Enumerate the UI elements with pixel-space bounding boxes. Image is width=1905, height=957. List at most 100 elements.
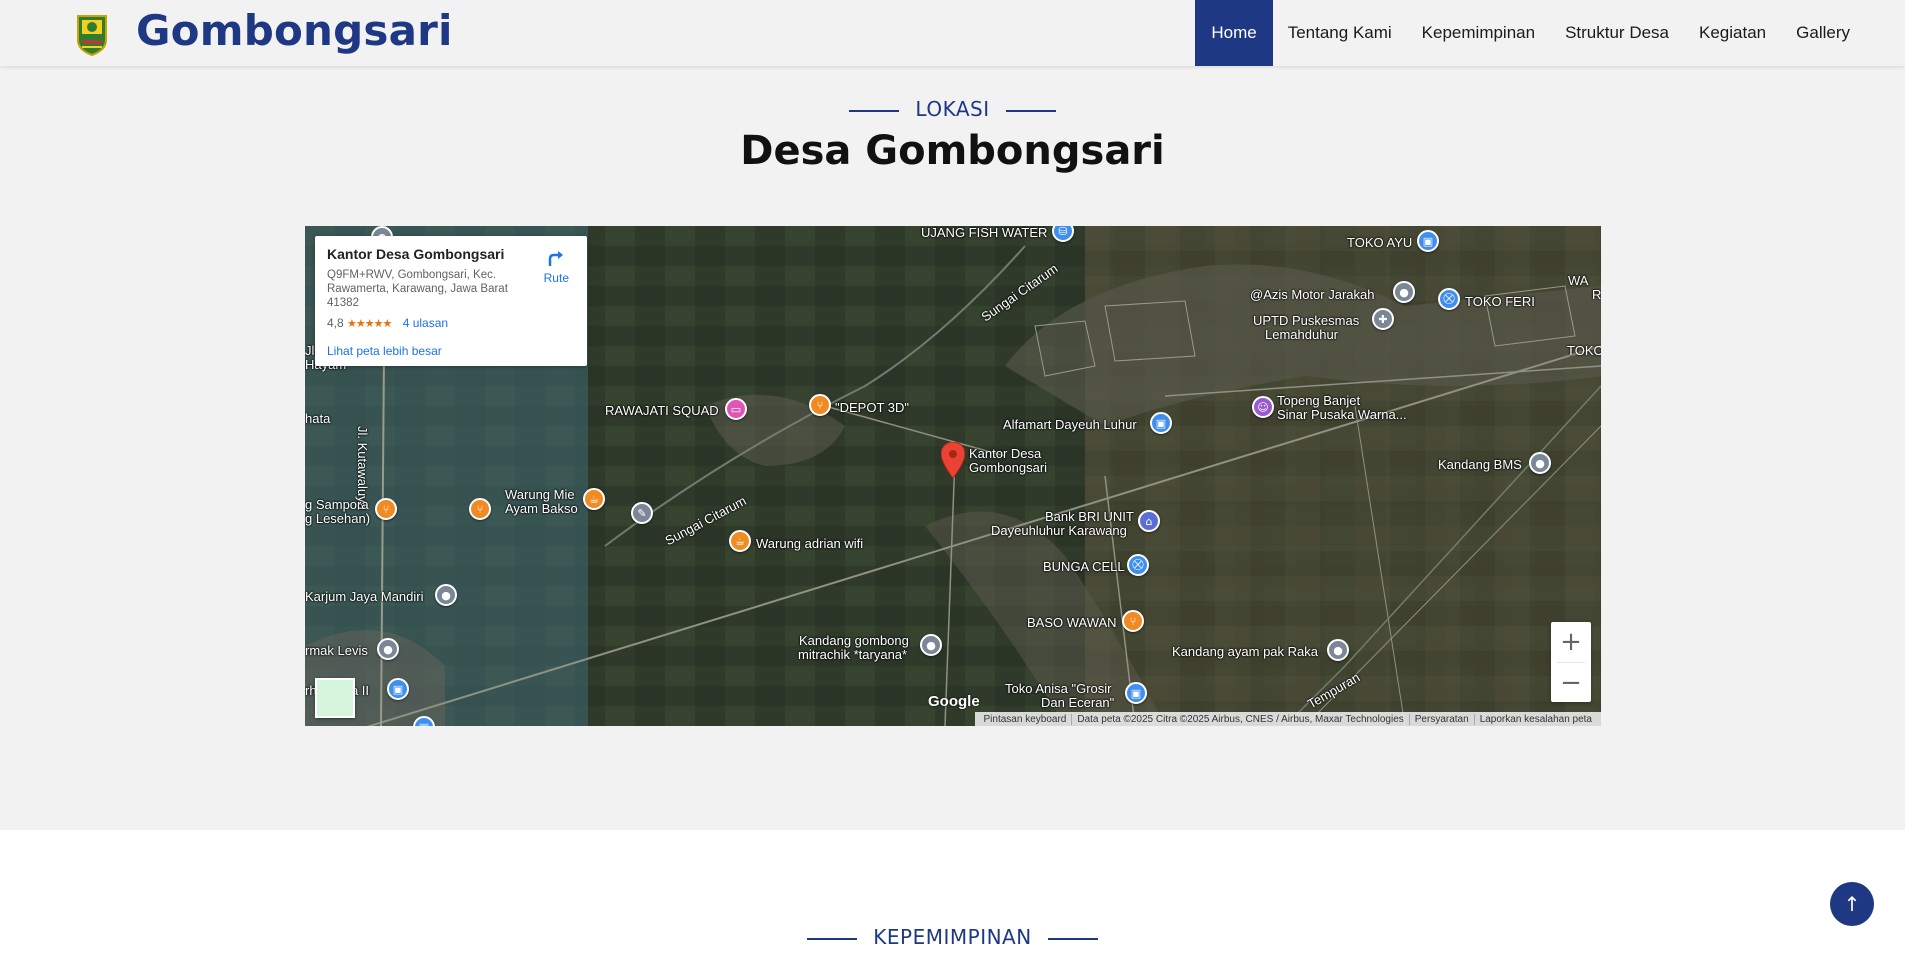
nav-home[interactable]: Home	[1195, 0, 1273, 66]
village-emblem-logo[interactable]	[76, 12, 108, 56]
shopping-bag-pin-icon[interactable]: ▣	[387, 678, 409, 700]
place-label[interactable]: WA	[1568, 274, 1588, 288]
school-pin-icon[interactable]: ✎	[631, 502, 653, 524]
zoom-in-button[interactable]: +	[1551, 622, 1591, 662]
place-pin-icon[interactable]: ●	[920, 634, 942, 656]
place-rating: 4,8 ★★★★★ 4 ulasan	[327, 316, 575, 330]
place-label[interactable]: Kandang BMS	[1438, 458, 1522, 472]
cart-pin-icon[interactable]: ⛒	[1438, 288, 1460, 310]
place-label[interactable]: Bank BRI UNIT	[1045, 510, 1134, 524]
place-pin-icon[interactable]: ●	[377, 638, 399, 660]
directions-label: Rute	[543, 271, 569, 285]
rating-value: 4,8	[327, 316, 344, 330]
place-label[interactable]: UJANG FISH WATER	[921, 226, 1047, 240]
cafe-pin-icon[interactable]: ☕	[729, 530, 751, 552]
place-pin-icon[interactable]: ●	[1529, 452, 1551, 474]
place-label[interactable]: rmak Levis	[305, 644, 368, 658]
site-header: Gombongsari Home Tentang Kami Kepemimpin…	[0, 0, 1905, 66]
terms-link[interactable]: Persyaratan	[1408, 713, 1474, 725]
nav-tentang-kami[interactable]: Tentang Kami	[1273, 0, 1407, 66]
place-label[interactable]: Kantor Desa	[969, 447, 1041, 461]
bank-pin-icon[interactable]: ⌂	[1138, 510, 1160, 532]
restaurant-pin-icon[interactable]: ⑂	[375, 498, 397, 520]
back-to-top-button[interactable]: ↑	[1830, 882, 1874, 926]
place-label[interactable]: hata	[305, 412, 330, 426]
place-label[interactable]: Kandang gombong	[799, 634, 909, 648]
place-pin-icon[interactable]: ●	[1393, 281, 1415, 303]
place-label[interactable]: Warung adrian wifi	[756, 537, 863, 551]
eyebrow-line-right	[1005, 109, 1056, 112]
place-label[interactable]: g Sampora	[305, 498, 369, 512]
place-label[interactable]: TOKO	[1567, 344, 1601, 358]
zoom-out-button[interactable]: −	[1551, 663, 1591, 703]
nav-kegiatan[interactable]: Kegiatan	[1684, 0, 1781, 66]
place-pin-icon[interactable]: ●	[435, 584, 457, 606]
place-label[interactable]: Alfamart Dayeuh Luhur	[1003, 418, 1137, 432]
place-label[interactable]: RAWAJATI SQUAD	[605, 404, 719, 418]
map-data-credit: Data peta ©2025 Citra ©2025 Airbus, CNES…	[1071, 713, 1408, 725]
leadership-eyebrow: KEPEMIMPINAN	[0, 925, 1905, 949]
brand-name[interactable]: Gombongsari	[136, 6, 453, 55]
hospital-pin-icon[interactable]: ✚	[1372, 308, 1394, 330]
place-label[interactable]: Ayam Bakso	[505, 502, 578, 516]
place-label[interactable]: BUNGA CELL	[1043, 560, 1125, 574]
main-nav: Home Tentang Kami Kepemimpinan Struktur …	[1195, 0, 1865, 66]
theatre-pin-icon[interactable]: ☺	[1252, 396, 1274, 418]
restaurant-pin-icon[interactable]: ⑂	[469, 498, 491, 520]
place-label[interactable]: Kandang ayam pak Raka	[1172, 645, 1318, 659]
view-larger-map-link[interactable]: Lihat peta lebih besar	[327, 344, 575, 358]
store-pin-icon[interactable]: ▣	[1150, 412, 1172, 434]
place-label[interactable]: Karjum Jaya Mandiri	[305, 590, 424, 604]
map-attribution: Pintasan keyboard Data peta ©2025 Citra …	[974, 712, 1601, 726]
place-label[interactable]: "DEPOT 3D"	[835, 401, 909, 415]
leadership-section: KEPEMIMPINAN	[0, 830, 1905, 957]
google-map-embed[interactable]: UJANG FISH WATER ⛁ TOKO AYU ▣ ● @Azis Mo…	[305, 226, 1601, 726]
place-name: Kantor Desa Gombongsari	[327, 246, 505, 262]
place-label[interactable]: Dayeuhluhur Karawang	[991, 524, 1127, 538]
eyebrow-line-left	[849, 109, 900, 112]
place-label[interactable]: Dan Eceran"	[1041, 696, 1114, 710]
eyebrow-line-left	[807, 937, 858, 940]
eyebrow-text: KEPEMIMPINAN	[873, 925, 1032, 949]
place-label[interactable]: UPTD Puskesmas	[1253, 314, 1359, 328]
place-label[interactable]: Gombongsari	[969, 461, 1047, 475]
directions-button[interactable]: Rute	[544, 248, 569, 285]
eyebrow-line-right	[1047, 937, 1098, 940]
location-title: Desa Gombongsari	[740, 128, 1165, 174]
location-eyebrow: LOKASI	[0, 97, 1905, 121]
place-label[interactable]: Warung Mie	[505, 488, 575, 502]
place-label[interactable]: Lemahduhur	[1265, 328, 1338, 342]
restaurant-pin-icon[interactable]: ⑂	[809, 394, 831, 416]
place-label[interactable]: g Lesehan)	[305, 512, 370, 526]
place-label[interactable]: TOKO FERI	[1465, 295, 1535, 309]
nav-kepemimpinan[interactable]: Kepemimpinan	[1407, 0, 1550, 66]
map-layer-toggle[interactable]	[315, 678, 355, 718]
report-error-link[interactable]: Laporkan kesalahan peta	[1473, 713, 1597, 725]
place-label[interactable]: mitrachik *taryana*	[798, 648, 907, 662]
place-info-card: Kantor Desa Gombongsari Q9FM+RWV, Gombon…	[315, 236, 587, 366]
directions-icon	[549, 251, 564, 266]
hotel-pin-icon[interactable]: ▭	[725, 398, 747, 420]
keyboard-shortcuts-link[interactable]: Pintasan keyboard	[979, 714, 1072, 725]
nav-gallery[interactable]: Gallery	[1781, 0, 1865, 66]
place-label[interactable]: TOKO AYU	[1347, 236, 1412, 250]
cafe-pin-icon[interactable]: ☕	[583, 488, 605, 510]
place-label[interactable]: R	[1592, 288, 1601, 302]
place-label[interactable]: @Azis Motor Jarakah	[1250, 288, 1374, 302]
place-label[interactable]: Sinar Pusaka Warna...	[1277, 408, 1407, 422]
nav-struktur-desa[interactable]: Struktur Desa	[1550, 0, 1684, 66]
selected-location-marker-icon[interactable]	[941, 442, 965, 478]
place-pin-icon[interactable]: ●	[1327, 639, 1349, 661]
reviews-link[interactable]: 4 ulasan	[403, 316, 448, 330]
restaurant-pin-icon[interactable]: ⑂	[1122, 610, 1144, 632]
cart-pin-icon[interactable]: ⛒	[1127, 554, 1149, 576]
place-label[interactable]: Toko Anisa "Grosir	[1005, 682, 1112, 696]
google-logo: Google	[928, 693, 980, 710]
place-label[interactable]: BASO WAWAN	[1027, 616, 1117, 630]
arrow-up-icon: ↑	[1843, 892, 1861, 916]
shopping-bag-pin-icon[interactable]: ▣	[1125, 682, 1147, 704]
place-address: Q9FM+RWV, Gombongsari, Kec. Rawamerta, K…	[327, 269, 508, 309]
shopping-bag-pin-icon[interactable]: ▣	[1417, 230, 1439, 252]
eyebrow-text: LOKASI	[915, 97, 990, 121]
place-label[interactable]: Topeng Banjet	[1277, 394, 1360, 408]
